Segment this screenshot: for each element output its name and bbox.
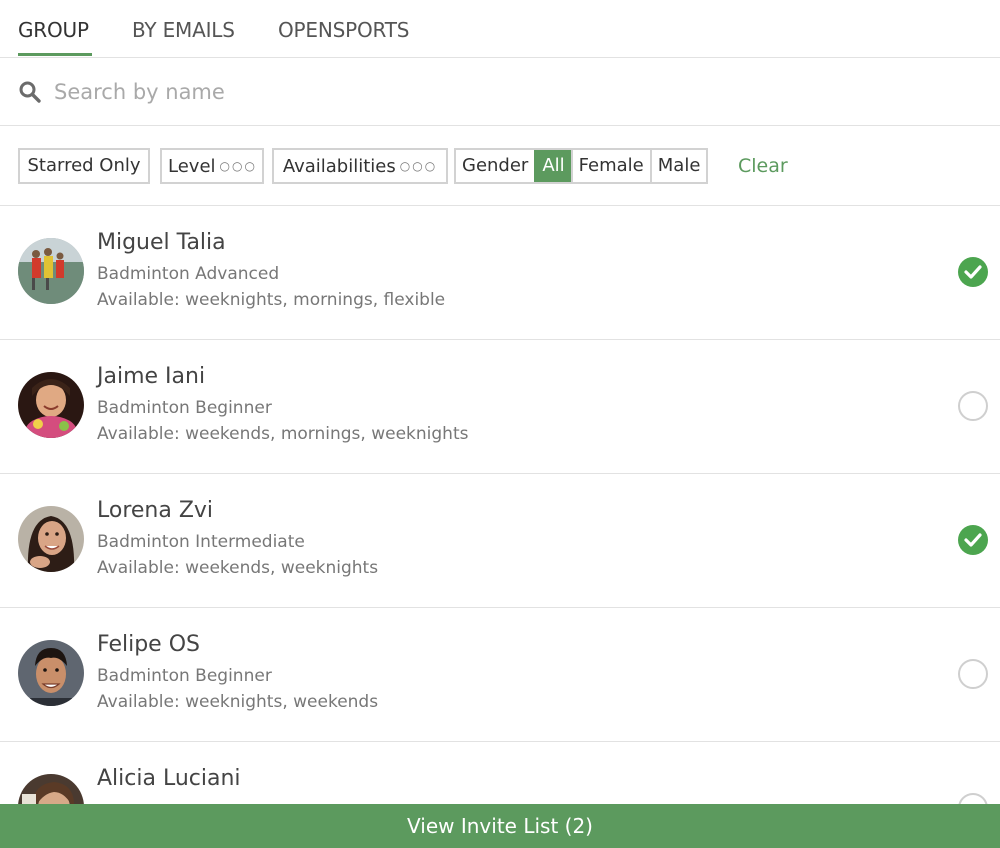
unchecked-circle-icon[interactable]	[958, 793, 988, 804]
gender-filter: Gender All Female Male	[454, 148, 709, 184]
checkmark-icon[interactable]	[958, 257, 988, 287]
player-row[interactable]: Miguel Talia Badminton Advanced Availabl…	[0, 206, 1000, 340]
player-row[interactable]: Jaime Iani Badminton Beginner Available:…	[0, 340, 1000, 474]
avatar	[18, 238, 84, 304]
tab-opensports[interactable]: OPENSPORTS	[278, 18, 409, 56]
player-level: Badminton Beginner	[97, 666, 272, 686]
availabilities-filter[interactable]: Availabilities ○○○	[272, 148, 448, 184]
player-row[interactable]: Alicia Luciani	[0, 742, 1000, 804]
view-invite-list-button[interactable]: View Invite List (2)	[0, 804, 1000, 848]
search-bar	[0, 58, 1000, 126]
player-availability: Available: weekends, weeknights	[97, 558, 379, 578]
more-dots-icon: ○○○	[399, 159, 438, 173]
player-row[interactable]: Lorena Zvi Badminton Intermediate Availa…	[0, 474, 1000, 608]
avatar	[18, 774, 84, 804]
search-input[interactable]	[54, 74, 954, 110]
player-level: Badminton Advanced	[97, 264, 280, 284]
player-list: Miguel Talia Badminton Advanced Availabl…	[0, 206, 1000, 804]
level-filter[interactable]: Level ○○○	[160, 148, 264, 184]
gender-option-female[interactable]: Female	[570, 150, 650, 182]
player-availability: Available: weeknights, mornings, flexibl…	[97, 290, 446, 310]
tab-bar: GROUP BY EMAILS OPENSPORTS	[0, 0, 1000, 58]
clear-filters-link[interactable]: Clear	[738, 155, 788, 177]
avatar	[18, 506, 84, 572]
tab-by-emails[interactable]: BY EMAILS	[132, 18, 235, 56]
player-name: Jaime Iani	[97, 364, 206, 389]
availabilities-filter-label: Availabilities	[282, 156, 396, 177]
player-level: Badminton Beginner	[97, 398, 272, 418]
player-name: Alicia Luciani	[97, 766, 241, 791]
player-level: Badminton Intermediate	[97, 532, 305, 552]
player-availability: Available: weeknights, weekends	[97, 692, 379, 712]
tab-group[interactable]: GROUP	[18, 18, 92, 56]
player-availability: Available: weekends, mornings, weeknight…	[97, 424, 469, 444]
player-row[interactable]: Felipe OS Badminton Beginner Available: …	[0, 608, 1000, 742]
avatar	[18, 640, 84, 706]
more-dots-icon: ○○○	[219, 159, 257, 173]
player-name: Felipe OS	[97, 632, 200, 657]
checkmark-icon[interactable]	[958, 525, 988, 555]
player-name: Lorena Zvi	[97, 498, 214, 523]
level-filter-label: Level	[168, 156, 216, 177]
player-name: Miguel Talia	[97, 230, 226, 255]
gender-option-all[interactable]: All	[534, 150, 571, 182]
filter-bar: Starred Only Level ○○○ Availabilities ○○○ …	[0, 126, 1000, 206]
gender-option-male[interactable]: Male	[649, 150, 707, 182]
starred-only-filter[interactable]: Starred Only	[18, 148, 150, 184]
avatar	[18, 372, 84, 438]
gender-filter-label: Gender	[462, 155, 529, 176]
search-icon	[18, 80, 42, 104]
unchecked-circle-icon[interactable]	[958, 391, 988, 421]
unchecked-circle-icon[interactable]	[958, 659, 988, 689]
